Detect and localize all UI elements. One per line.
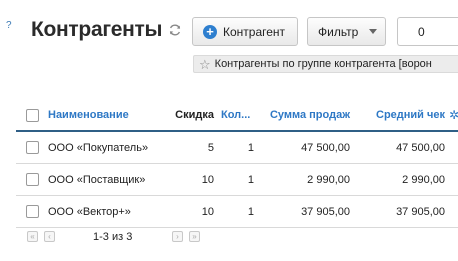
add-counterparty-button[interactable]: + Контрагент — [192, 17, 298, 46]
refresh-icon[interactable] — [168, 23, 182, 37]
cell-name[interactable]: ООО «Покупатель» — [48, 132, 148, 163]
cell-name[interactable]: ООО «Поставщик» — [48, 164, 145, 195]
table-row[interactable]: ООО «Покупатель» 5 1 47 500,00 47 500,00 — [16, 132, 458, 164]
cell-avg-check: 47 500,00 — [396, 141, 445, 154]
cell-avg-check: 2 990,00 — [402, 173, 445, 186]
column-avg-check[interactable]: Средний чек — [361, 100, 445, 130]
select-all-checkbox[interactable] — [26, 109, 39, 122]
help-icon[interactable]: ? — [6, 20, 12, 31]
column-sales[interactable]: Сумма продаж — [264, 100, 350, 130]
cell-name[interactable]: ООО «Вектор+» — [48, 196, 131, 227]
add-counterparty-label: Контрагент — [223, 24, 286, 39]
column-name[interactable]: Наименование — [48, 100, 129, 130]
column-discount[interactable]: Скидка — [166, 100, 214, 130]
cell-sales: 47 500,00 — [301, 141, 350, 154]
saved-filter-label: Контрагенты по группе контрагента [ворон — [214, 58, 432, 70]
pagination-info: 1-3 из 3 — [93, 231, 133, 243]
counter-field[interactable]: 0 — [397, 17, 458, 46]
gear-icon[interactable]: ✲ — [449, 109, 458, 121]
star-icon[interactable]: ☆ — [199, 58, 211, 71]
row-checkbox[interactable] — [26, 173, 39, 186]
row-checkbox[interactable] — [26, 205, 39, 218]
column-count[interactable]: Кол... — [221, 100, 255, 130]
cell-discount: 10 — [201, 205, 214, 218]
plus-icon: + — [203, 24, 217, 39]
prev-page-button[interactable]: ‹ — [44, 231, 55, 242]
filter-label: Фильтр — [318, 24, 359, 39]
cell-sales: 37 905,00 — [301, 205, 350, 218]
next-page-button[interactable]: › — [172, 231, 183, 242]
counterparties-table: Наименование Скидка Кол... Сумма продаж … — [16, 100, 458, 228]
pagination: « ‹ 1-3 из 3 › » — [16, 229, 216, 247]
counter-value: 0 — [418, 24, 425, 39]
last-page-button[interactable]: » — [189, 231, 200, 242]
cell-count: 1 — [247, 173, 254, 186]
table-row[interactable]: ООО «Поставщик» 10 1 2 990,00 2 990,00 — [16, 164, 458, 196]
cell-avg-check: 37 905,00 — [396, 205, 445, 218]
page-title: Контрагенты — [31, 18, 163, 41]
first-page-button[interactable]: « — [27, 231, 38, 242]
cell-discount: 5 — [207, 141, 214, 154]
table-row[interactable]: ООО «Вектор+» 10 1 37 905,00 37 905,00 — [16, 196, 458, 228]
row-checkbox[interactable] — [26, 141, 39, 154]
cell-count: 1 — [247, 205, 254, 218]
cell-sales: 2 990,00 — [307, 173, 350, 186]
table-header: Наименование Скидка Кол... Сумма продаж … — [16, 100, 458, 132]
saved-filter-tag[interactable]: ☆ Контрагенты по группе контрагента [вор… — [193, 55, 458, 73]
cell-count: 1 — [247, 141, 254, 154]
cell-discount: 10 — [201, 173, 214, 186]
filter-button[interactable]: Фильтр — [307, 17, 386, 46]
chevron-down-icon — [369, 29, 378, 34]
